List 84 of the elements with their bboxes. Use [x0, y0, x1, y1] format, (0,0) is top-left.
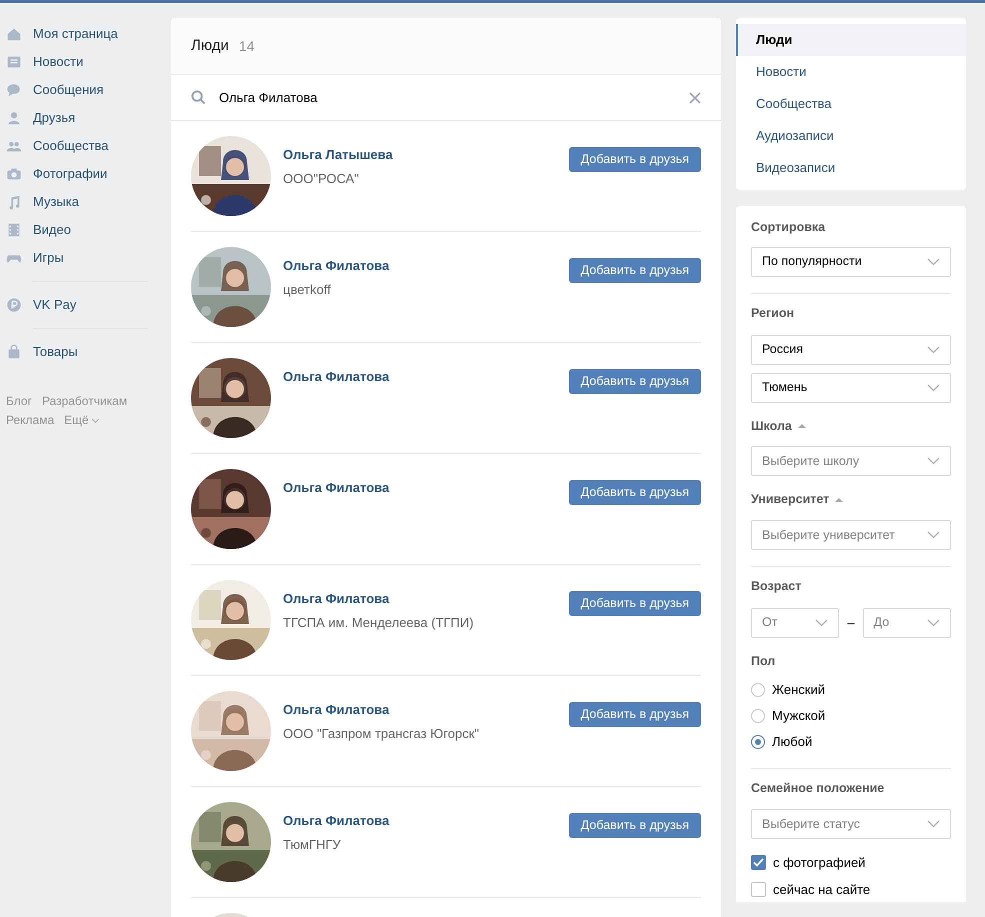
search-tab[interactable]: Сообщества [736, 88, 966, 120]
add-friend-button[interactable]: Добавить в друзья [568, 369, 701, 394]
filter-label: Сортировка [751, 219, 826, 236]
radio-label: Женский [772, 680, 825, 699]
filter-label: Школа [751, 418, 792, 434]
filter-label: Возраст [751, 578, 802, 595]
person-name[interactable]: Ольга Филатова [283, 367, 569, 386]
film-icon [6, 222, 22, 238]
dropdown-field[interactable]: По популярности [751, 246, 951, 277]
dropdown-field[interactable]: От [751, 608, 840, 638]
checkbox-label: сейчас на сайте [773, 881, 870, 899]
chevron-down-icon [927, 346, 940, 354]
person-name[interactable]: Ольга Филатова [283, 478, 569, 498]
sidebar-item[interactable]: Моя страница [33, 24, 118, 44]
checkbox-label: с фотографией [773, 854, 866, 872]
chevron-down-icon [927, 384, 940, 392]
radio-button[interactable] [751, 734, 765, 748]
person-info: ООО"РОСА" [283, 170, 360, 188]
chevron-down-icon [927, 258, 940, 266]
results-count: 14 [238, 36, 254, 56]
search-tab[interactable]: Люди [736, 24, 966, 56]
person-info: ТюмГНГУ [283, 836, 342, 854]
add-friend-button[interactable]: Добавить в друзья [568, 258, 701, 283]
person-info: ТГСПА им. Менделеева (ТГПИ) [283, 614, 475, 632]
dropdown-field[interactable]: Выберите университет [751, 520, 951, 550]
filter-label: Семейное положение [751, 780, 884, 796]
add-friend-button[interactable]: Добавить в друзья [568, 147, 701, 172]
chevron-down-icon [927, 820, 940, 828]
person-name[interactable]: Ольга Филатова [283, 811, 569, 830]
dropdown-field[interactable]: Выберите статус [751, 809, 951, 840]
sidebar-item[interactable]: Новости [33, 52, 84, 72]
radio-label: Мужской [772, 706, 826, 725]
checkbox[interactable] [751, 882, 766, 898]
sidebar-item[interactable]: Друзья [33, 108, 76, 128]
ruble-coin-icon [6, 297, 22, 313]
add-friend-button[interactable]: Добавить в друзья [568, 480, 701, 505]
person-name[interactable]: Ольга Латышева [283, 145, 569, 164]
search-field[interactable]: Ольга Филатова [219, 75, 689, 120]
dropdown-field[interactable]: До [862, 608, 951, 638]
sidebar-item[interactable]: VK Pay [33, 295, 76, 315]
radio-button[interactable] [751, 708, 765, 722]
speech-bubble-icon [6, 82, 22, 98]
person-name[interactable]: Ольга Филатова [283, 700, 569, 720]
checkbox[interactable] [751, 855, 766, 870]
camera-icon [6, 166, 22, 182]
add-friend-button[interactable]: Добавить в друзья [568, 591, 701, 616]
clear-icon[interactable] [689, 92, 701, 104]
sidebar-item[interactable]: Сообщения [33, 80, 104, 100]
collapse-arrow-icon[interactable] [835, 498, 844, 502]
results-title: Люди [191, 36, 229, 56]
person-icon [6, 110, 22, 126]
filter-label: Регион [751, 304, 794, 322]
person-info: цветkoff [283, 280, 332, 299]
sidebar-item[interactable]: Видео [33, 220, 71, 240]
dropdown-field[interactable]: Россия [751, 334, 951, 364]
sidebar-item[interactable]: Музыка [33, 192, 79, 212]
filter-label: Университет [751, 491, 830, 508]
dash-separator: – [847, 614, 855, 632]
person-name[interactable]: Ольга Филатова [283, 256, 569, 276]
radio-label: Любой [772, 732, 812, 751]
add-friend-button[interactable]: Добавить в друзья [568, 813, 701, 838]
search-tab[interactable]: Видеозаписи [736, 152, 966, 184]
person-name[interactable]: Ольга Филатова [283, 589, 569, 608]
add-friend-button[interactable]: Добавить в друзья [568, 702, 701, 727]
shopping-bag-icon [6, 344, 22, 360]
dropdown-field[interactable]: Выберите школу [751, 446, 951, 476]
chevron-down-icon [815, 618, 828, 627]
search-icon [191, 90, 206, 105]
chevron-down-icon [927, 531, 940, 539]
sidebar-item[interactable]: Фотографии [33, 164, 108, 184]
house-icon [6, 26, 22, 42]
person-info: ООО "Газпром трансгаз Югорск" [283, 724, 480, 743]
chevron-down-icon [927, 457, 940, 466]
newspaper-icon [6, 54, 22, 70]
search-tab[interactable]: Аудиозаписи [736, 120, 966, 152]
sidebar-item[interactable]: Сообщества [33, 136, 109, 156]
search-tab[interactable]: Новости [736, 56, 966, 88]
chevron-down-icon [926, 618, 940, 627]
dropdown-field[interactable]: Тюмень [751, 372, 951, 402]
sidebar-item[interactable]: Товары [33, 342, 78, 362]
radio-button[interactable] [751, 682, 765, 696]
collapse-arrow-icon[interactable] [798, 424, 806, 428]
sidebar-item[interactable]: Игры [33, 248, 64, 268]
filter-label: Пол [751, 652, 776, 670]
